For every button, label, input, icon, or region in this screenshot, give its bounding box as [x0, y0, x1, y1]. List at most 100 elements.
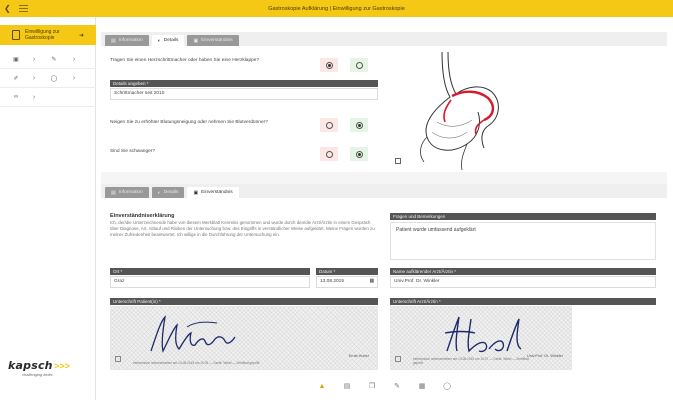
doctor-input[interactable]: Univ.Prof. Dr. Winkler: [390, 276, 656, 288]
power-icon[interactable]: ◯: [442, 382, 452, 390]
chevron-right-icon[interactable]: ›: [30, 94, 38, 101]
patient-signature-fineprint: elektronisch unterschrieben am 13.08.201…: [133, 361, 260, 365]
print-icon[interactable]: ▦: [417, 382, 427, 390]
arrow-right-icon: ➜: [79, 32, 85, 39]
app-window: ❮ Gastroskopie Aufklärung | Einwilligung…: [0, 0, 673, 400]
upper-tabbar: ▤ Information ◐ Details ▣ Einverständnis: [101, 32, 667, 46]
doctor-signature-stroke: [444, 316, 522, 353]
tab-einverstaendnis[interactable]: ▣ Einverständnis: [187, 187, 239, 198]
consent-title: Einverständniserklärung: [110, 213, 175, 219]
doctor-signature-label: Unterschrift Arzt/Ärztin *: [390, 298, 656, 305]
document-icon[interactable]: ▤: [342, 382, 352, 390]
question-2-no-button[interactable]: [320, 118, 338, 132]
check-box-icon: ▣: [193, 189, 199, 196]
sidebar-row-1: ▣ › ✎ ›: [12, 51, 78, 67]
sidebar-item-label: Einwilligung zur Gastroskopie: [25, 29, 60, 41]
patient-signature-label: Unterschrift Patient(in) *: [110, 298, 378, 305]
title-bar: ❮ Gastroskopie Aufklärung | Einwilligung…: [0, 0, 673, 17]
consent-text: Ich, der/die Unterzeichnende habe von di…: [110, 220, 375, 237]
pencil-icon[interactable]: ✎: [50, 56, 58, 63]
doctor-signature-pad[interactable]: Univ.Prof. Dr. Winkler elektronisch unte…: [390, 306, 572, 370]
question-1-no-button[interactable]: [320, 58, 338, 72]
shield-icon[interactable]: ◯: [50, 75, 58, 82]
date-value: 13.08.2015: [320, 279, 345, 284]
divider: [0, 87, 96, 88]
list-icon: ▤: [111, 189, 116, 196]
tab-information[interactable]: ▤ Information: [105, 35, 149, 46]
calendar-icon[interactable]: ▦: [369, 277, 374, 287]
tab-information[interactable]: ▤ Information: [105, 187, 149, 198]
question-1-yes-button[interactable]: [350, 58, 368, 72]
details-field-label: Details angeben *: [110, 80, 378, 87]
lower-tabbar: ▤ Information ◐ Details ▣ Einverständnis: [101, 184, 667, 198]
document-icon: [12, 30, 20, 40]
sidebar-row-3: ∞ ›: [12, 89, 38, 105]
divider: [0, 106, 96, 107]
radio-dot: [327, 63, 331, 67]
question-2-text: Neigen Sie zu erhöhter Blutungsneigung o…: [110, 120, 268, 125]
doctor-signature-fineprint: elektronisch unterschrieben am 13.08.201…: [413, 357, 529, 365]
pen-icon: [395, 356, 401, 362]
question-2-yes-button[interactable]: [350, 118, 368, 132]
place-label: Ort *: [110, 268, 310, 275]
date-label: Datum *: [316, 268, 378, 275]
copy-icon[interactable]: ❐: [367, 382, 377, 390]
patient-signature-stroke: [150, 315, 236, 353]
check-box-icon: ▣: [193, 37, 199, 44]
paperclip-icon[interactable]: ∞: [12, 94, 20, 100]
patient-signature-pad[interactable]: Ernst Huber elektronisch unterschrieben …: [110, 306, 378, 370]
question-1-text: Tragen Sie einen Herzschrittmacher oder …: [110, 58, 260, 63]
details-input[interactable]: Schrittmacher seit 2010: [110, 88, 378, 100]
chevron-right-icon[interactable]: ›: [30, 75, 38, 82]
page-title: Gastroskopie Aufklärung | Einwilligung z…: [268, 5, 405, 12]
radio-dot: [357, 123, 361, 127]
chevron-right-icon[interactable]: ›: [70, 75, 78, 82]
tab-label: Information: [118, 38, 143, 43]
camera-icon[interactable]: ▣: [12, 56, 20, 63]
place-input[interactable]: Graz: [110, 276, 310, 288]
patient-signature-name: Ernst Huber: [348, 354, 369, 358]
contrast-icon: ◐: [157, 37, 161, 44]
tab-label: Details: [163, 38, 179, 43]
tab-label: Details: [163, 190, 179, 195]
chevron-right-icon[interactable]: ›: [70, 56, 78, 63]
list-icon: ▤: [111, 37, 116, 44]
tab-details[interactable]: ◐ Details: [151, 35, 185, 46]
tab-label: Einverständnis: [201, 38, 233, 43]
doctor-label: Name aufklärender Arzt/Ärztin *: [390, 268, 656, 275]
radio-icon: [325, 121, 333, 129]
section-divider: [101, 172, 667, 184]
radio-icon: [355, 61, 363, 69]
stomach-illustration[interactable]: [412, 52, 504, 172]
chevron-right-icon[interactable]: ›: [30, 56, 38, 63]
sidebar: Einwilligung zur Gastroskopie ➜ ▣ › ✎ › …: [0, 17, 96, 400]
sidebar-item-einwilligung[interactable]: Einwilligung zur Gastroskopie ➜: [0, 25, 96, 45]
tab-einverstaendnis[interactable]: ▣ Einverständnis: [187, 35, 239, 46]
date-input[interactable]: 13.08.2015 ▦: [316, 276, 378, 288]
radio-icon: [355, 121, 363, 129]
logo-brand: kapsch: [8, 359, 53, 372]
bottom-toolbar: ▲ ▤ ❐ ✎ ▦ ◯: [96, 372, 673, 400]
question-3-no-button[interactable]: [320, 147, 338, 161]
divider: [0, 68, 96, 69]
tab-label: Einverständnis: [201, 190, 233, 195]
image-icon[interactable]: [395, 158, 401, 164]
question-3-yes-button[interactable]: [350, 147, 368, 161]
contrast-icon: ◐: [157, 189, 161, 196]
remarks-textarea[interactable]: Patient wurde umfassend aufgeklärt: [390, 222, 656, 260]
question-3-text: Sind Sie schwanger?: [110, 149, 156, 154]
tab-label: Information: [118, 190, 143, 195]
pen-icon[interactable]: ✐: [12, 75, 20, 82]
remarks-label: Fragen und Bemerkungen: [390, 213, 656, 220]
radio-icon: [325, 150, 333, 158]
kapsch-logo: kapsch >>> challenging limits: [8, 359, 70, 377]
radio-icon: [325, 61, 333, 69]
logo-tagline: challenging limits: [22, 372, 53, 377]
tab-details[interactable]: ◐ Details: [151, 187, 185, 198]
radio-icon: [355, 150, 363, 158]
logo-chevrons: >>>: [54, 361, 70, 371]
save-icon[interactable]: ▲: [317, 383, 327, 390]
pen-icon: [115, 356, 121, 362]
sidebar-row-2: ✐ › ◯ ›: [12, 70, 78, 86]
sign-icon[interactable]: ✎: [392, 382, 402, 390]
